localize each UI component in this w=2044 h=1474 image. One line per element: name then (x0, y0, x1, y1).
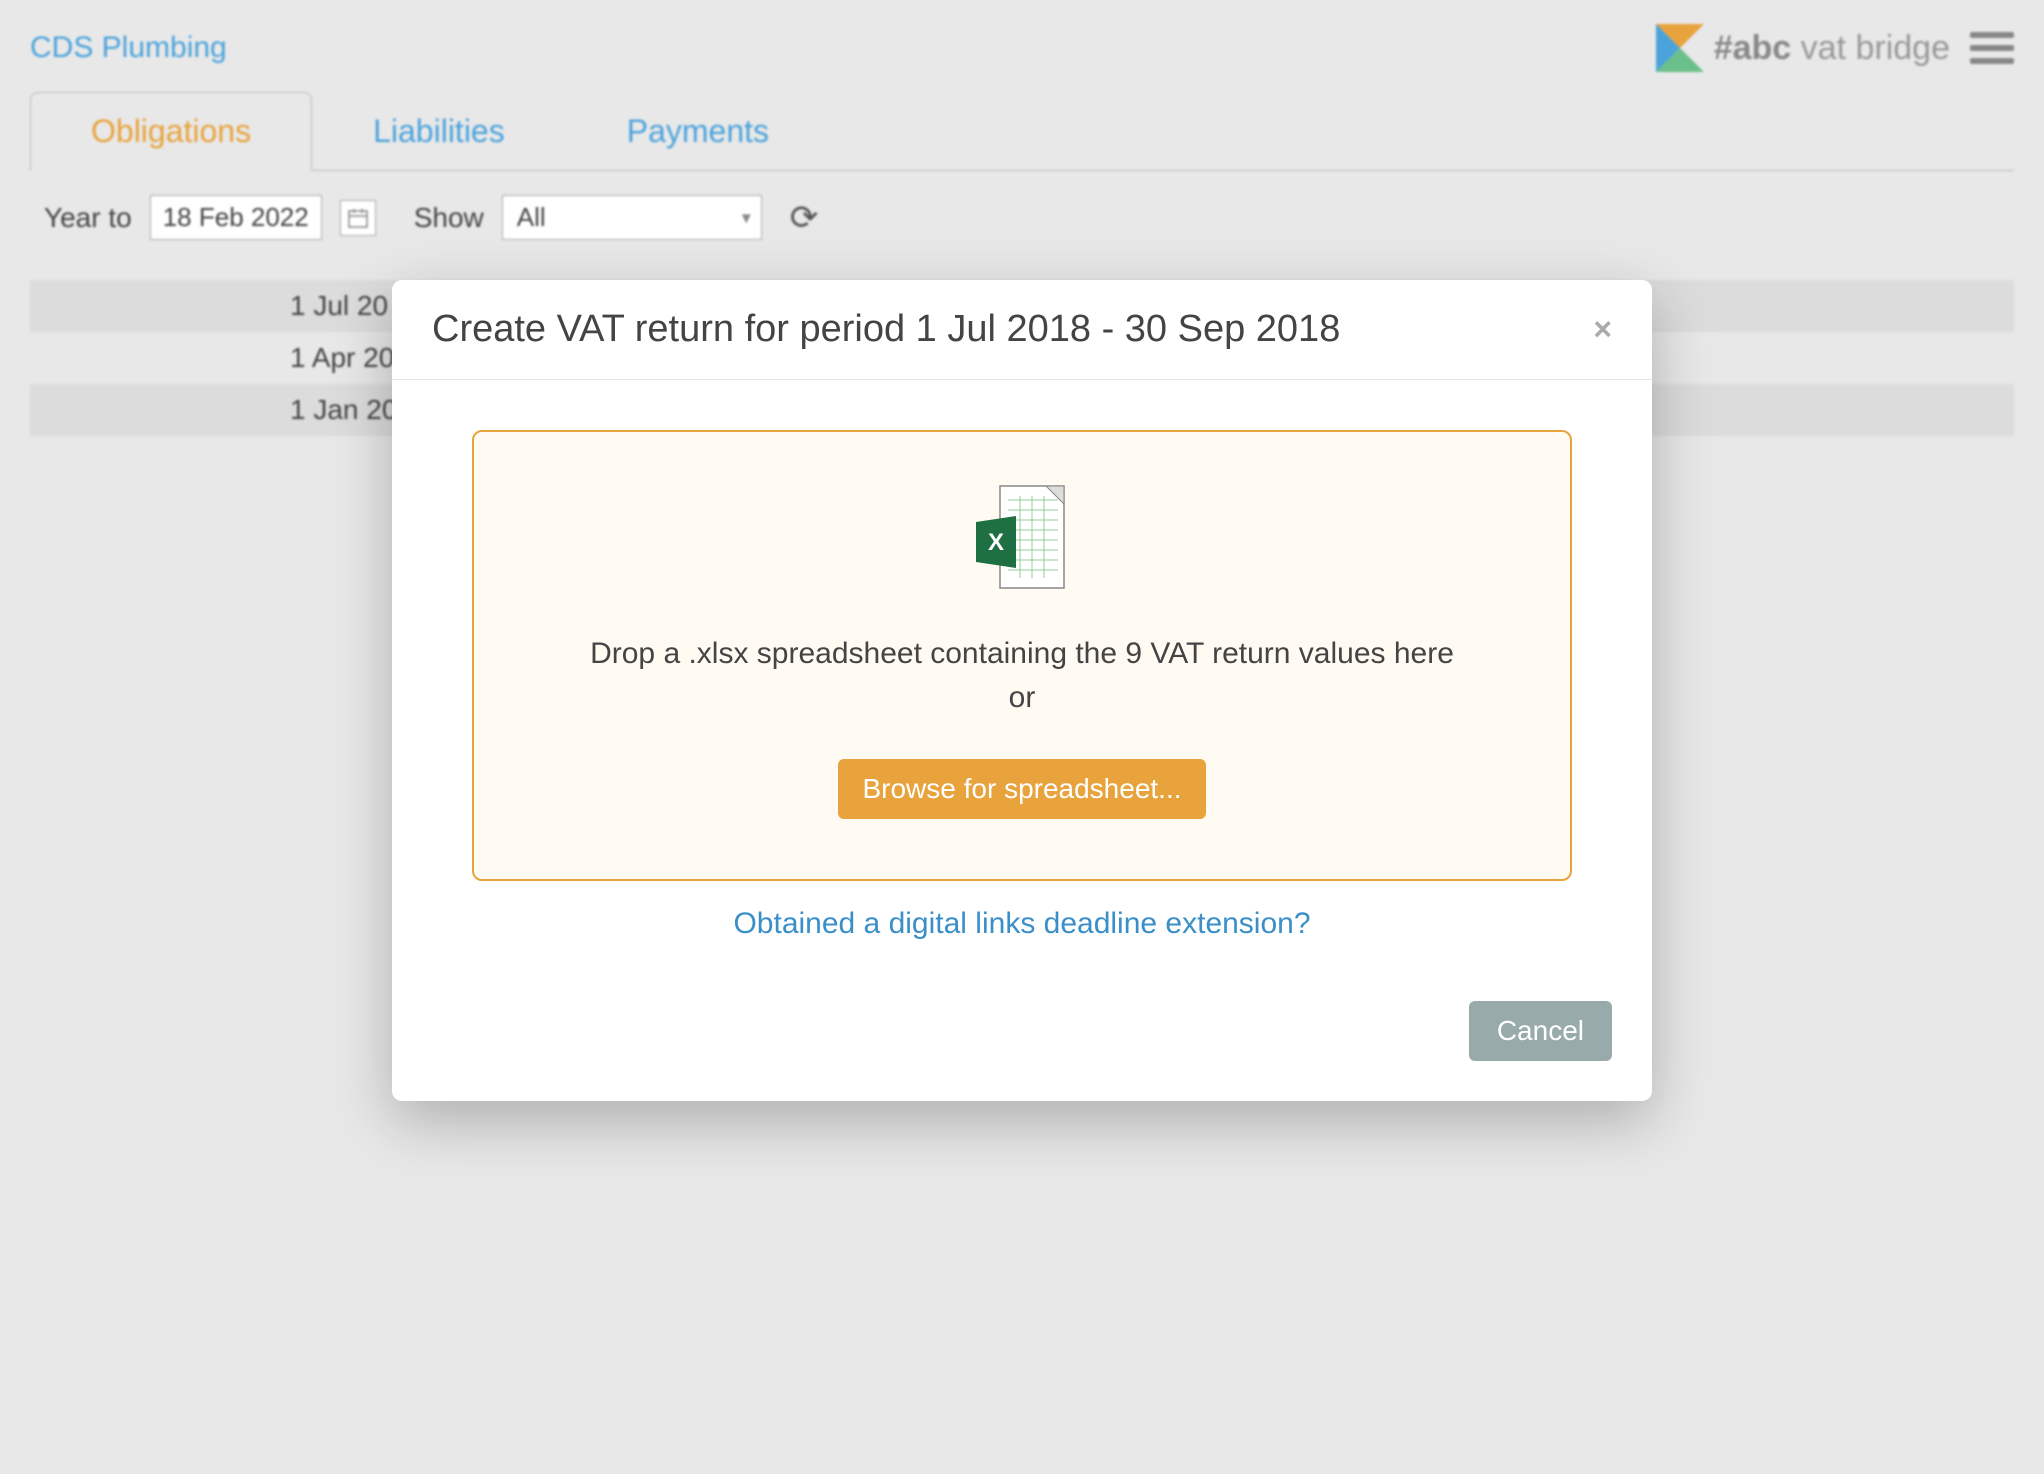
browse-button[interactable]: Browse for spreadsheet... (838, 759, 1205, 819)
svg-text:X: X (988, 529, 1004, 556)
excel-file-icon: X (504, 482, 1540, 592)
modal-body: X Drop a .xlsx spreadsheet containing th… (392, 380, 1652, 971)
modal-footer: Cancel (392, 971, 1652, 1101)
create-vat-return-modal: Create VAT return for period 1 Jul 2018 … (392, 280, 1652, 1101)
modal-title: Create VAT return for period 1 Jul 2018 … (432, 308, 1340, 351)
modal-header: Create VAT return for period 1 Jul 2018 … (392, 280, 1652, 380)
dropzone-instructions: Drop a .xlsx spreadsheet containing the … (504, 632, 1540, 719)
deadline-extension-link[interactable]: Obtained a digital links deadline extens… (472, 907, 1572, 941)
file-dropzone[interactable]: X Drop a .xlsx spreadsheet containing th… (472, 430, 1572, 881)
cancel-button[interactable]: Cancel (1469, 1001, 1612, 1061)
modal-backdrop: Create VAT return for period 1 Jul 2018 … (0, 0, 2044, 1474)
close-icon[interactable]: × (1593, 311, 1612, 348)
